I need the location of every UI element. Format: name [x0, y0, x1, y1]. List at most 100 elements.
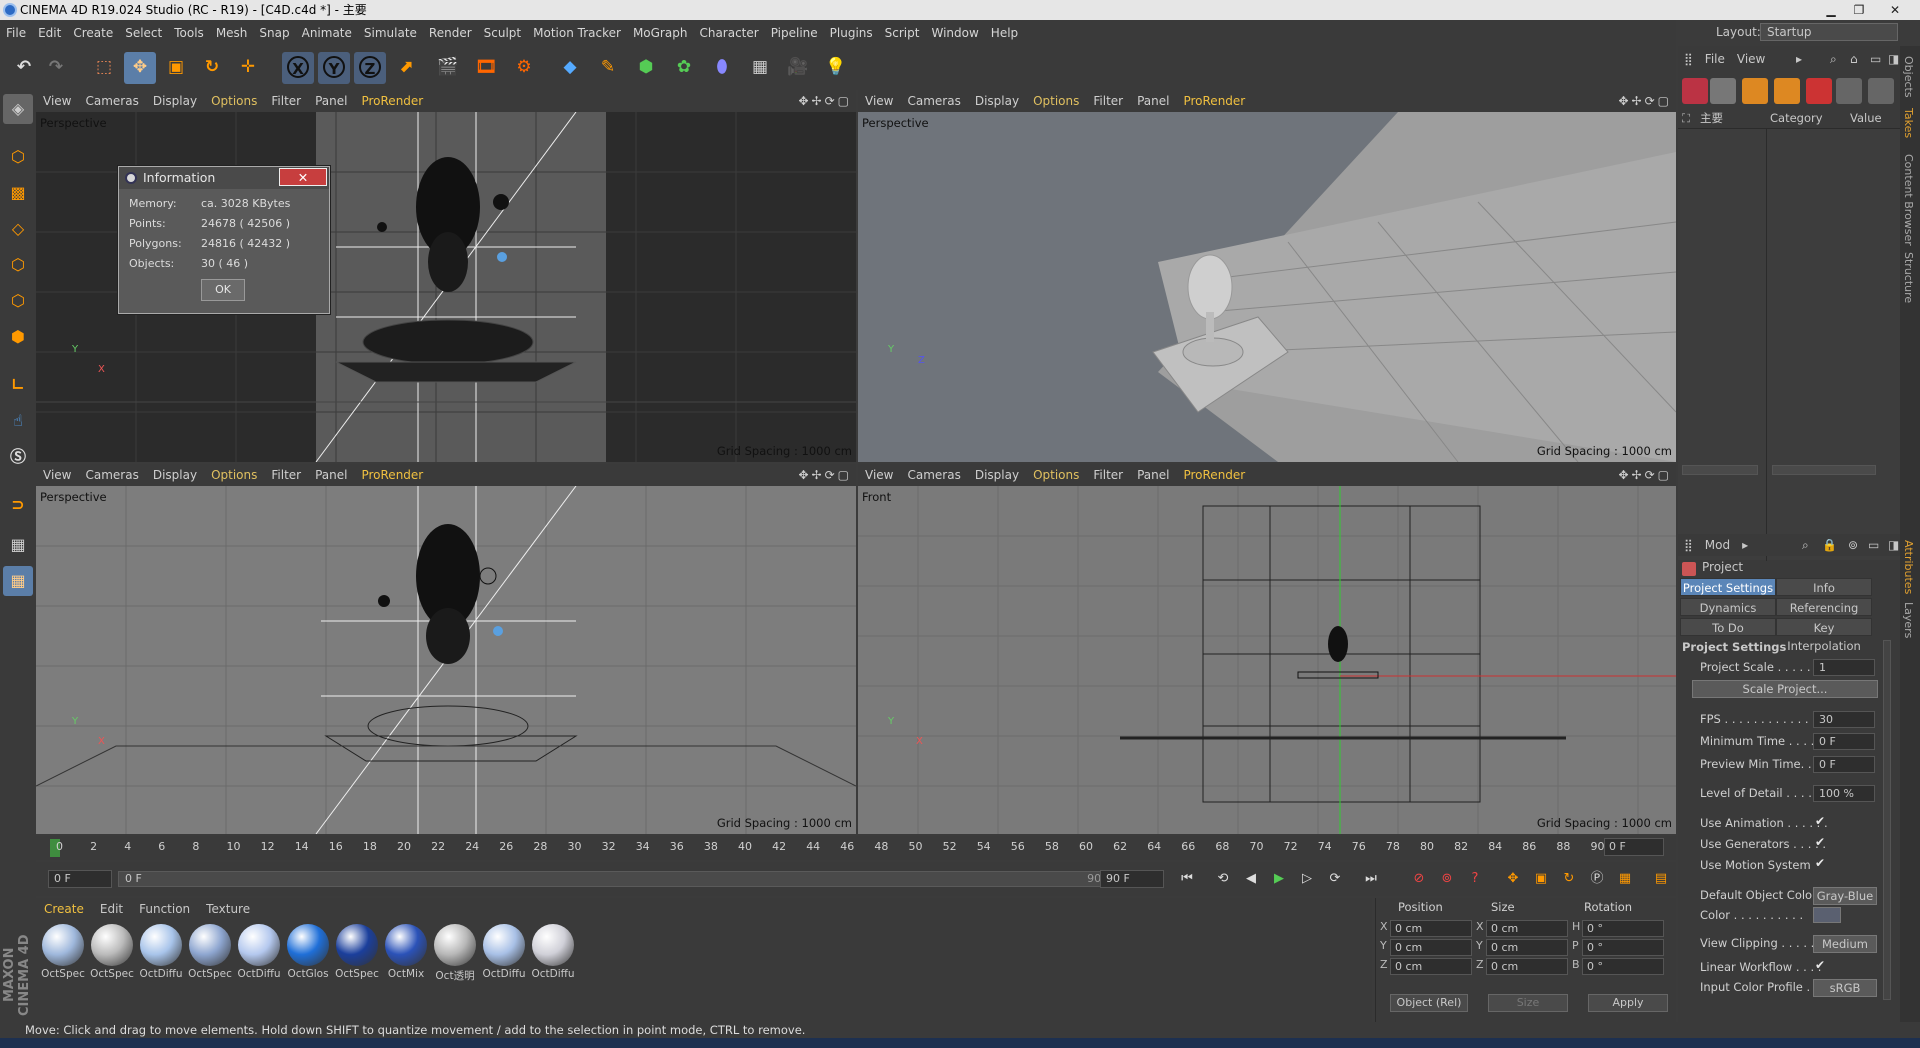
menu-edit[interactable]: Edit — [32, 20, 67, 46]
model-mode-icon[interactable]: ⬡ — [3, 142, 33, 172]
vp-menu-view[interactable]: View — [36, 464, 78, 486]
vp-menu-view[interactable]: View — [36, 90, 78, 112]
viewport-camera-label[interactable]: Perspective — [862, 116, 929, 130]
menu-file[interactable]: File — [0, 20, 32, 46]
vp-menu-panel[interactable]: Panel — [1130, 464, 1176, 486]
menu-plugins[interactable]: Plugins — [824, 20, 879, 46]
menu-pipeline[interactable]: Pipeline — [765, 20, 824, 46]
side-tab-layers[interactable]: Layers — [1902, 602, 1915, 638]
vp-menu-cameras[interactable]: Cameras — [900, 90, 967, 112]
render-picture-viewer-icon[interactable]: 🎞 — [470, 52, 502, 84]
material-item[interactable]: OctSpec — [187, 924, 233, 986]
close-button[interactable]: ✕ — [1874, 0, 1916, 20]
size-field[interactable]: 0 cm — [1486, 958, 1568, 975]
mat-menu-texture[interactable]: Texture — [198, 898, 258, 920]
position-field[interactable]: 0 cm — [1390, 920, 1472, 937]
key-rotation-icon[interactable]: ↻ — [1558, 868, 1580, 890]
tab-info[interactable]: Info — [1776, 578, 1872, 596]
vp-menu-options[interactable]: Options — [1026, 464, 1086, 486]
timeline-ruler[interactable]: 0 2 4 6 8 10 12 14 16 18 20 22 24 26 28 30 32 34 36 38 40 42 4… — [36, 836, 1676, 860]
position-field[interactable]: 0 cm — [1390, 958, 1472, 975]
material-item[interactable]: Oct透明 — [432, 924, 478, 986]
material-item[interactable]: OctSpec — [89, 924, 135, 986]
apply-button[interactable]: Apply — [1588, 994, 1668, 1012]
start-frame-field[interactable]: 0 F — [48, 870, 112, 888]
rotation-field[interactable]: 0 ° — [1582, 939, 1664, 956]
col-value[interactable]: Value — [1850, 108, 1882, 128]
side-tab-structure[interactable]: Structure — [1902, 252, 1915, 303]
override-icon[interactable] — [1806, 78, 1832, 104]
vp-menu-panel[interactable]: Panel — [308, 90, 354, 112]
om-home-icon[interactable]: ⌂ — [1844, 48, 1864, 70]
am-lock-icon[interactable]: 🔒 — [1816, 534, 1843, 556]
coordinate-system-icon[interactable]: ⬈ — [390, 52, 422, 84]
menu-mesh[interactable]: Mesh — [210, 20, 254, 46]
view-clipping-dropdown[interactable]: Medium — [1813, 935, 1877, 953]
menu-render[interactable]: Render — [423, 20, 478, 46]
menu-select[interactable]: Select — [119, 20, 168, 46]
om-menu-view[interactable]: View — [1731, 48, 1771, 70]
use-animation-checkbox[interactable]: ✔ — [1815, 814, 1825, 828]
redo-icon[interactable]: ↷ — [40, 52, 72, 84]
tab-referencing[interactable]: Referencing — [1776, 598, 1872, 616]
vp-menu-panel[interactable]: Panel — [1130, 90, 1176, 112]
auto-take-icon[interactable] — [1742, 78, 1768, 104]
goto-end-icon[interactable]: ⏭ — [1360, 868, 1382, 890]
side-tab-takes[interactable]: Takes — [1902, 108, 1915, 138]
transform-tool-icon[interactable]: ✛ — [232, 52, 264, 84]
object-list[interactable] — [1678, 128, 1900, 561]
material-item[interactable]: OctDiffu — [138, 924, 184, 986]
am-search-icon[interactable]: ⌕ — [1796, 534, 1815, 556]
col-name[interactable]: 主要 — [1700, 108, 1723, 128]
array-generator-icon[interactable]: ✿ — [668, 52, 700, 84]
tab-dynamics[interactable]: Dynamics — [1680, 598, 1776, 616]
material-item[interactable]: OctDiffu — [530, 924, 576, 986]
side-tab-attributes[interactable]: Attributes — [1902, 540, 1915, 594]
workplane-lock-icon[interactable]: ▦ — [3, 530, 33, 560]
vp-menu-display[interactable]: Display — [146, 90, 204, 112]
live-selection-icon[interactable]: ⬚ — [88, 52, 120, 84]
solo-mode-icon[interactable]: Ⓢ — [3, 442, 33, 472]
timeline-window-icon[interactable]: ▤ — [1650, 868, 1672, 890]
size-field[interactable]: 0 cm — [1486, 920, 1568, 937]
move-tool-icon[interactable]: ✥ — [124, 52, 156, 84]
snap-enable-icon[interactable]: ⊃ — [3, 490, 33, 520]
takes-settings-icon[interactable] — [1868, 78, 1894, 104]
material-item[interactable]: OctDiffu — [236, 924, 282, 986]
vp-menu-filter[interactable]: Filter — [264, 90, 308, 112]
subdivision-surface-icon[interactable]: ⬢ — [630, 52, 662, 84]
y-axis-lock-icon[interactable]: Y — [318, 52, 350, 84]
menu-sculpt[interactable]: Sculpt — [478, 20, 527, 46]
tab-to-do[interactable]: To Do — [1680, 618, 1776, 636]
horizontal-scrollbar[interactable] — [1682, 465, 1758, 475]
menu-motion-tracker[interactable]: Motion Tracker — [527, 20, 627, 46]
project-scale-field[interactable]: 1 — [1813, 659, 1875, 676]
viewport-nav-icons[interactable]: ✥✢⟳▢ — [798, 464, 852, 486]
vp-menu-view[interactable]: View — [858, 464, 900, 486]
vp-menu-options[interactable]: Options — [204, 90, 264, 112]
default-object-color-dropdown[interactable]: Gray-Blue — [1813, 887, 1877, 905]
axis-mode-icon[interactable]: ∟ — [3, 370, 33, 400]
menu-animate[interactable]: Animate — [296, 20, 358, 46]
viewport-nav-icons[interactable]: ✥✢⟳▢ — [798, 90, 852, 112]
input-color-profile-dropdown[interactable]: sRGB — [1813, 979, 1877, 997]
tab-key-interpolation[interactable]: Key Interpolation — [1776, 618, 1872, 653]
viewport-bottom-left[interactable]: View Cameras Display Options Filter Panel ProR… — [36, 464, 856, 834]
texture-mode-icon[interactable]: ▩ — [3, 178, 33, 208]
planar-workplane-icon[interactable]: ▦ — [3, 566, 33, 596]
coordinate-mode-dropdown[interactable]: Object (Rel) — [1390, 994, 1468, 1012]
mat-menu-function[interactable]: Function — [131, 898, 198, 920]
lock-overrides-icon[interactable] — [1774, 78, 1800, 104]
vp-menu-options[interactable]: Options — [1026, 90, 1086, 112]
x-axis-lock-icon[interactable]: X — [282, 52, 314, 84]
deformer-icon[interactable]: ⬮ — [706, 52, 738, 84]
material-item[interactable]: OctGlos — [285, 924, 331, 986]
menu-window[interactable]: Window — [925, 20, 984, 46]
autokey-icon[interactable]: ⊚ — [1436, 868, 1458, 890]
tab-project-settings[interactable]: Project Settings — [1680, 578, 1776, 596]
camera-object-icon[interactable]: 🎥 — [782, 52, 814, 84]
prev-key-icon[interactable]: ⟲ — [1212, 868, 1234, 890]
floor-object-icon[interactable]: ▦ — [744, 52, 776, 84]
render-settings-icon[interactable]: ⚙ — [508, 52, 540, 84]
vp-menu-panel[interactable]: Panel — [308, 464, 354, 486]
